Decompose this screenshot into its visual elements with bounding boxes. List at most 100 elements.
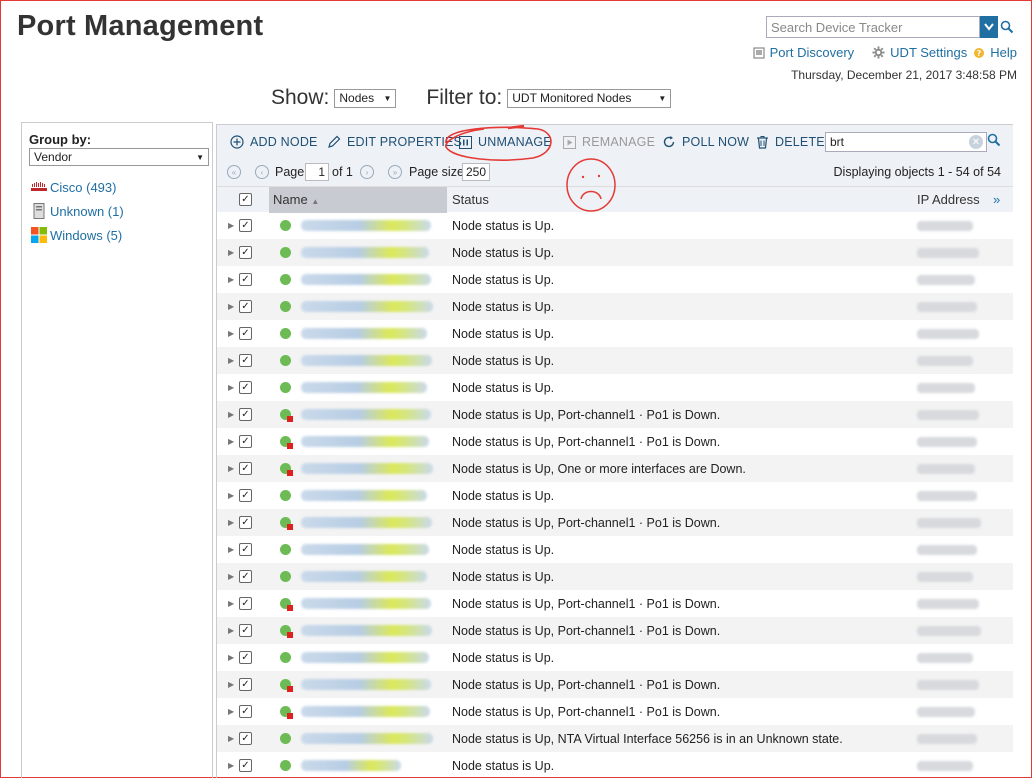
table-row[interactable]: ▶ ✓ Node status is Up. — [217, 239, 1013, 266]
table-row[interactable]: ▶ ✓ Node status is Up. — [217, 563, 1013, 590]
expand-row-icon[interactable]: ▶ — [228, 410, 234, 419]
node-name-link[interactable] — [301, 679, 431, 690]
node-name-link[interactable] — [301, 382, 427, 393]
expand-row-icon[interactable]: ▶ — [228, 356, 234, 365]
table-row[interactable]: ▶ ✓ Node status is Up. — [217, 266, 1013, 293]
remanage-button[interactable]: REMANAGE — [562, 135, 655, 149]
more-columns-icon[interactable]: » — [993, 192, 1000, 207]
node-name-link[interactable] — [301, 247, 429, 258]
expand-row-icon[interactable]: ▶ — [228, 383, 234, 392]
expand-row-icon[interactable]: ▶ — [228, 545, 234, 554]
delete-button[interactable]: DELETE — [755, 135, 825, 149]
search-input[interactable] — [766, 16, 980, 38]
row-checkbox[interactable]: ✓ — [239, 570, 252, 583]
node-name-link[interactable] — [301, 598, 431, 609]
table-row[interactable]: ▶ ✓ Node status is Up. — [217, 752, 1013, 778]
node-name-link[interactable] — [301, 220, 431, 231]
table-row[interactable]: ▶ ✓ Node status is Up, Port-channel1 · Po1… — [217, 671, 1013, 698]
grid-search-button[interactable] — [987, 133, 1001, 152]
vendor-item-cisco[interactable]: Cisco (493) — [31, 175, 124, 199]
node-name-link[interactable] — [301, 436, 429, 447]
table-row[interactable]: ▶ ✓ Node status is Up, One or more interfa… — [217, 455, 1013, 482]
table-row[interactable]: ▶ ✓ Node status is Up. — [217, 212, 1013, 239]
row-checkbox[interactable]: ✓ — [239, 651, 252, 664]
node-name-link[interactable] — [301, 706, 430, 717]
expand-row-icon[interactable]: ▶ — [228, 248, 234, 257]
node-name-link[interactable] — [301, 625, 432, 636]
node-name-link[interactable] — [301, 355, 432, 366]
expand-row-icon[interactable]: ▶ — [228, 464, 234, 473]
table-row[interactable]: ▶ ✓ Node status is Up, Port-channel1 · Po1… — [217, 698, 1013, 725]
first-page-icon[interactable]: « — [227, 165, 241, 179]
row-checkbox[interactable]: ✓ — [239, 435, 252, 448]
column-header-name[interactable]: Name ▲ — [273, 192, 319, 207]
select-all-checkbox[interactable]: ✓ — [239, 193, 252, 206]
expand-row-icon[interactable]: ▶ — [228, 302, 234, 311]
node-name-link[interactable] — [301, 733, 433, 744]
udt-settings-link[interactable]: UDT Settings — [872, 45, 967, 60]
unmanage-button[interactable]: UNMANAGE — [458, 135, 552, 149]
clear-search-icon[interactable]: ✕ — [969, 135, 983, 149]
expand-row-icon[interactable]: ▶ — [228, 761, 234, 770]
node-name-link[interactable] — [301, 490, 427, 501]
show-select[interactable]: Nodes ▼ — [334, 88, 397, 108]
table-row[interactable]: ▶ ✓ Node status is Up, Port-channel1 · Po1… — [217, 428, 1013, 455]
poll-now-button[interactable]: POLL NOW — [662, 135, 749, 149]
table-row[interactable]: ▶ ✓ Node status is Up. — [217, 644, 1013, 671]
column-header-ip-address[interactable]: IP Address — [917, 192, 980, 207]
row-checkbox[interactable]: ✓ — [239, 543, 252, 556]
expand-row-icon[interactable]: ▶ — [228, 653, 234, 662]
node-name-link[interactable] — [301, 652, 429, 663]
row-checkbox[interactable]: ✓ — [239, 516, 252, 529]
node-name-link[interactable] — [301, 328, 427, 339]
node-name-link[interactable] — [301, 571, 427, 582]
node-name-link[interactable] — [301, 301, 433, 312]
table-row[interactable]: ▶ ✓ Node status is Up. — [217, 482, 1013, 509]
table-row[interactable]: ▶ ✓ Node status is Up, Port-channel1 · Po1… — [217, 590, 1013, 617]
vendor-item-unknown[interactable]: Unknown (1) — [31, 199, 124, 223]
row-checkbox[interactable]: ✓ — [239, 408, 252, 421]
table-row[interactable]: ▶ ✓ Node status is Up. — [217, 374, 1013, 401]
row-checkbox[interactable]: ✓ — [239, 489, 252, 502]
table-row[interactable]: ▶ ✓ Node status is Up, NTA Virtual Interfa… — [217, 725, 1013, 752]
row-checkbox[interactable]: ✓ — [239, 273, 252, 286]
last-page-icon[interactable]: » — [388, 165, 402, 179]
node-name-link[interactable] — [301, 517, 432, 528]
expand-row-icon[interactable]: ▶ — [228, 491, 234, 500]
table-row[interactable]: ▶ ✓ Node status is Up. — [217, 320, 1013, 347]
group-by-select[interactable]: Vendor ▼ — [29, 148, 209, 166]
expand-row-icon[interactable]: ▶ — [228, 275, 234, 284]
row-checkbox[interactable]: ✓ — [239, 759, 252, 772]
expand-row-icon[interactable]: ▶ — [228, 680, 234, 689]
row-checkbox[interactable]: ✓ — [239, 624, 252, 637]
expand-row-icon[interactable]: ▶ — [228, 437, 234, 446]
expand-row-icon[interactable]: ▶ — [228, 707, 234, 716]
row-checkbox[interactable]: ✓ — [239, 462, 252, 475]
page-size-input[interactable]: 250 — [462, 163, 490, 181]
expand-row-icon[interactable]: ▶ — [228, 734, 234, 743]
expand-row-icon[interactable]: ▶ — [228, 572, 234, 581]
next-page-icon[interactable]: › — [360, 165, 374, 179]
row-checkbox[interactable]: ✓ — [239, 678, 252, 691]
row-checkbox[interactable]: ✓ — [239, 246, 252, 259]
prev-page-icon[interactable]: ‹ — [255, 165, 269, 179]
row-checkbox[interactable]: ✓ — [239, 597, 252, 610]
row-checkbox[interactable]: ✓ — [239, 732, 252, 745]
grid-search-input[interactable]: brt ✕ — [825, 132, 987, 152]
port-discovery-link[interactable]: Port Discovery — [753, 45, 854, 60]
table-row[interactable]: ▶ ✓ Node status is Up. — [217, 293, 1013, 320]
column-header-status[interactable]: Status — [452, 192, 489, 207]
filter-select[interactable]: UDT Monitored Nodes ▼ — [507, 88, 672, 108]
node-name-link[interactable] — [301, 760, 401, 771]
row-checkbox[interactable]: ✓ — [239, 219, 252, 232]
table-row[interactable]: ▶ ✓ Node status is Up. — [217, 347, 1013, 374]
vendor-item-windows[interactable]: Windows (5) — [31, 223, 124, 247]
table-row[interactable]: ▶ ✓ Node status is Up, Port-channel1 · Po1… — [217, 509, 1013, 536]
row-checkbox[interactable]: ✓ — [239, 705, 252, 718]
add-node-button[interactable]: ADD NODE — [230, 135, 318, 149]
table-row[interactable]: ▶ ✓ Node status is Up. — [217, 536, 1013, 563]
table-row[interactable]: ▶ ✓ Node status is Up, Port-channel1 · Po1… — [217, 617, 1013, 644]
expand-row-icon[interactable]: ▶ — [228, 329, 234, 338]
expand-row-icon[interactable]: ▶ — [228, 626, 234, 635]
search-dropdown-button[interactable] — [980, 16, 998, 38]
